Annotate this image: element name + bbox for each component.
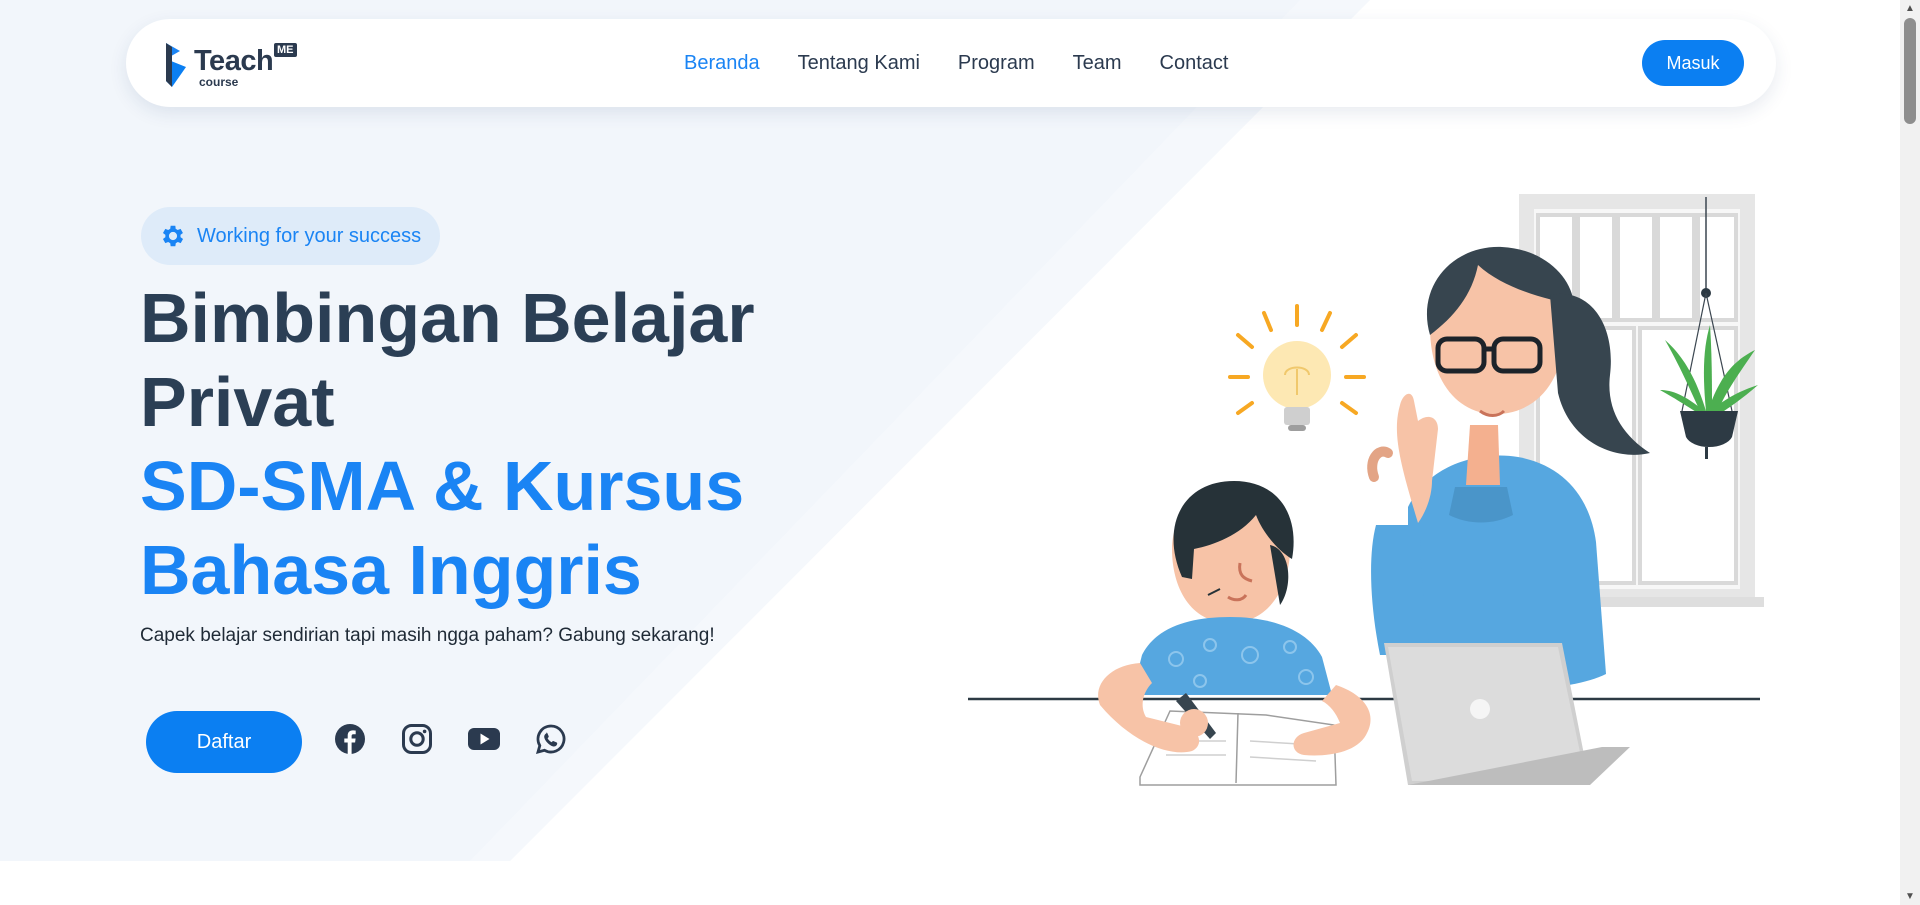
scrollbar-thumb[interactable] xyxy=(1904,18,1916,124)
nav-links: Beranda Tentang Kami Program Team Contac… xyxy=(684,19,1228,107)
vertical-scrollbar[interactable]: ▲ ▼ xyxy=(1900,0,1920,905)
hero-title: Bimbingan Belajar Privat SD-SMA & Kursus… xyxy=(140,276,755,612)
nav-link-tentang-kami[interactable]: Tentang Kami xyxy=(798,52,920,75)
hero-subtitle: Capek belajar sendirian tapi masih ngga … xyxy=(140,625,715,646)
nav-link-team[interactable]: Team xyxy=(1073,52,1122,75)
login-button[interactable]: Masuk xyxy=(1642,40,1744,86)
scroll-up-icon[interactable]: ▲ xyxy=(1900,0,1920,17)
scroll-down-icon[interactable]: ▼ xyxy=(1900,888,1920,905)
brand-name: Teach xyxy=(194,45,274,77)
social-links xyxy=(333,722,568,756)
hero-title-line4: Bahasa Inggris xyxy=(140,531,642,609)
gear-icon xyxy=(162,225,184,247)
hero-title-line1: Bimbingan Belajar xyxy=(140,279,755,357)
brand-logo[interactable]: Teach ME course xyxy=(162,41,312,89)
hero-badge-text: Working for your success xyxy=(197,224,422,247)
instagram-icon[interactable] xyxy=(400,722,434,756)
register-button[interactable]: Daftar xyxy=(146,711,302,773)
nav-link-program[interactable]: Program xyxy=(958,52,1035,75)
hero-badge: Working for your success xyxy=(141,207,440,265)
whatsapp-icon[interactable] xyxy=(534,722,568,756)
logo-mark-icon xyxy=(166,43,186,87)
facebook-icon[interactable] xyxy=(333,722,367,756)
nav-link-contact[interactable]: Contact xyxy=(1160,52,1229,75)
hero-title-line3: SD-SMA & Kursus xyxy=(140,447,745,525)
navbar: Teach ME course Beranda Tentang Kami Pro… xyxy=(126,19,1776,107)
brand-sub: course xyxy=(199,75,239,89)
hero-title-line2: Privat xyxy=(140,363,335,441)
page: Teach ME course Beranda Tentang Kami Pro… xyxy=(0,0,1900,905)
youtube-icon[interactable] xyxy=(467,722,501,756)
hero-illustration xyxy=(968,194,1764,786)
brand-badge: ME xyxy=(274,43,297,57)
nav-link-beranda[interactable]: Beranda xyxy=(684,52,760,75)
